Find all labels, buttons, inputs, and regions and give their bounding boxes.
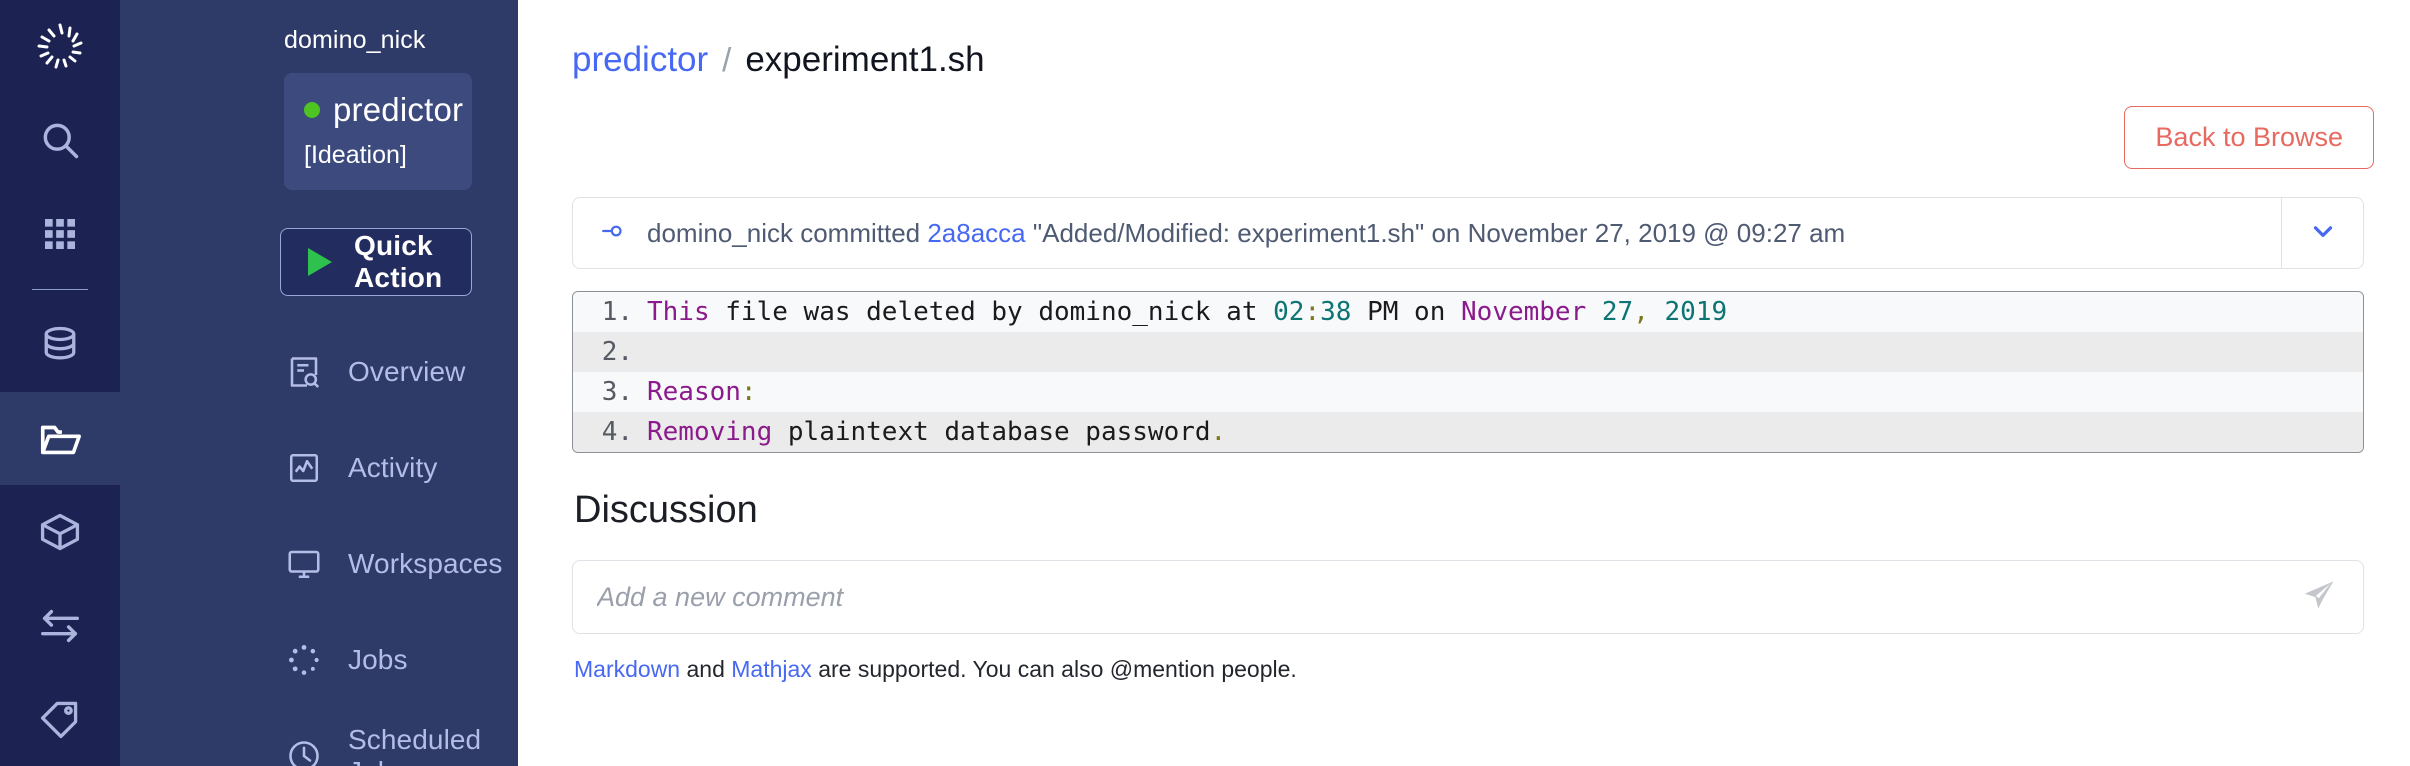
quick-action-button[interactable]: Quick Action: [280, 228, 472, 296]
breadcrumb-parent-link[interactable]: predictor: [572, 40, 708, 80]
back-button-row: Back to Browse: [554, 80, 2382, 169]
back-to-browse-button[interactable]: Back to Browse: [2124, 106, 2374, 169]
owner-name: domino_nick: [284, 26, 426, 54]
sidebar-item-label: Activity: [348, 452, 438, 483]
comment-input[interactable]: [597, 581, 2301, 613]
code-line: 4. Removing plaintext database password.: [573, 412, 2363, 452]
sidebar-item-label: Workspaces: [348, 548, 503, 579]
helper-and: and: [680, 656, 732, 682]
cube-icon[interactable]: [0, 485, 120, 579]
sidebar-item-scheduled-jobs[interactable]: Scheduled Jobs: [120, 708, 518, 766]
project-sidebar: domino_nick predictor [Ideation] Quick A…: [120, 0, 518, 766]
code-line-text: Reason:: [647, 377, 757, 407]
database-icon[interactable]: [0, 298, 120, 392]
sidebar-nav: Overview Activity Workspaces Jobs Schedu…: [120, 324, 518, 766]
code-line: 3. Reason:: [573, 372, 2363, 412]
markdown-link[interactable]: Markdown: [574, 656, 680, 682]
commit-summary[interactable]: domino_nick committed 2a8acca "Added/Mod…: [573, 198, 2281, 268]
comment-helper-text: Markdown and Mathjax are supported. You …: [574, 656, 2382, 683]
monitor-icon: [286, 546, 322, 582]
sidebar-item-workspaces[interactable]: Workspaces: [120, 516, 518, 612]
mathjax-link[interactable]: Mathjax: [731, 656, 812, 682]
domino-logo-icon[interactable]: [0, 0, 120, 94]
code-line-number: 1.: [601, 297, 633, 327]
breadcrumb: predictor / experiment1.sh: [554, 0, 2382, 80]
code-line-number: 4.: [601, 417, 633, 447]
discussion-heading: Discussion: [574, 489, 758, 531]
chevron-down-icon: [2308, 216, 2338, 251]
grid-icon[interactable]: [0, 187, 120, 281]
project-stage: [Ideation]: [304, 141, 407, 169]
comment-box[interactable]: [572, 560, 2364, 634]
code-line-text: This file was deleted by domino_nick at …: [647, 297, 1728, 327]
tag-icon[interactable]: [0, 672, 120, 766]
page-title: experiment1.sh: [745, 40, 985, 79]
activity-icon: [286, 450, 322, 486]
send-paper-plane-icon[interactable]: [2301, 577, 2337, 618]
commit-text: domino_nick committed 2a8acca "Added/Mod…: [647, 217, 1846, 248]
commit-expand-toggle[interactable]: [2281, 198, 2363, 268]
sidebar-item-label: Jobs: [348, 644, 408, 675]
project-name-row: predictor: [304, 91, 463, 129]
sidebar-item-label: Overview: [348, 356, 466, 387]
rail-divider: [32, 288, 88, 291]
app-root: domino_nick predictor [Ideation] Quick A…: [0, 0, 2410, 766]
search-icon[interactable]: [0, 94, 120, 188]
overview-icon: [286, 354, 322, 390]
main-content: predictor / experiment1.sh Back to Brows…: [518, 0, 2410, 766]
file-content-code-block: 1. This file was deleted by domino_nick a…: [572, 291, 2364, 453]
code-line: 1. This file was deleted by domino_nick a…: [573, 292, 2363, 332]
sidebar-item-overview[interactable]: Overview: [120, 324, 518, 420]
code-line: 2.: [573, 332, 2363, 372]
folder-icon[interactable]: [0, 391, 120, 486]
code-line-number: 3.: [601, 377, 633, 407]
helper-rest: are supported. You can also @mention peo…: [811, 656, 1297, 682]
sidebar-item-jobs[interactable]: Jobs: [120, 612, 518, 708]
project-name: predictor: [333, 91, 464, 128]
play-icon: [308, 248, 332, 276]
clock-icon: [286, 738, 322, 766]
sidebar-item-activity[interactable]: Activity: [120, 420, 518, 516]
project-card[interactable]: predictor [Ideation]: [284, 73, 472, 190]
commit-node-icon: [601, 218, 627, 249]
sidebar-item-label: Scheduled Jobs: [348, 724, 482, 766]
code-line-text: Removing plaintext database password.: [647, 417, 1227, 447]
code-line-number: 2.: [601, 337, 633, 367]
commit-bar: domino_nick committed 2a8acca "Added/Mod…: [572, 197, 2364, 269]
breadcrumb-separator: /: [722, 41, 732, 78]
global-icon-rail: [0, 0, 120, 766]
quick-action-label: Quick Action: [354, 230, 443, 293]
transfer-icon[interactable]: [0, 579, 120, 673]
project-status-dot: [304, 102, 320, 118]
jobs-spinner-icon: [286, 642, 322, 678]
